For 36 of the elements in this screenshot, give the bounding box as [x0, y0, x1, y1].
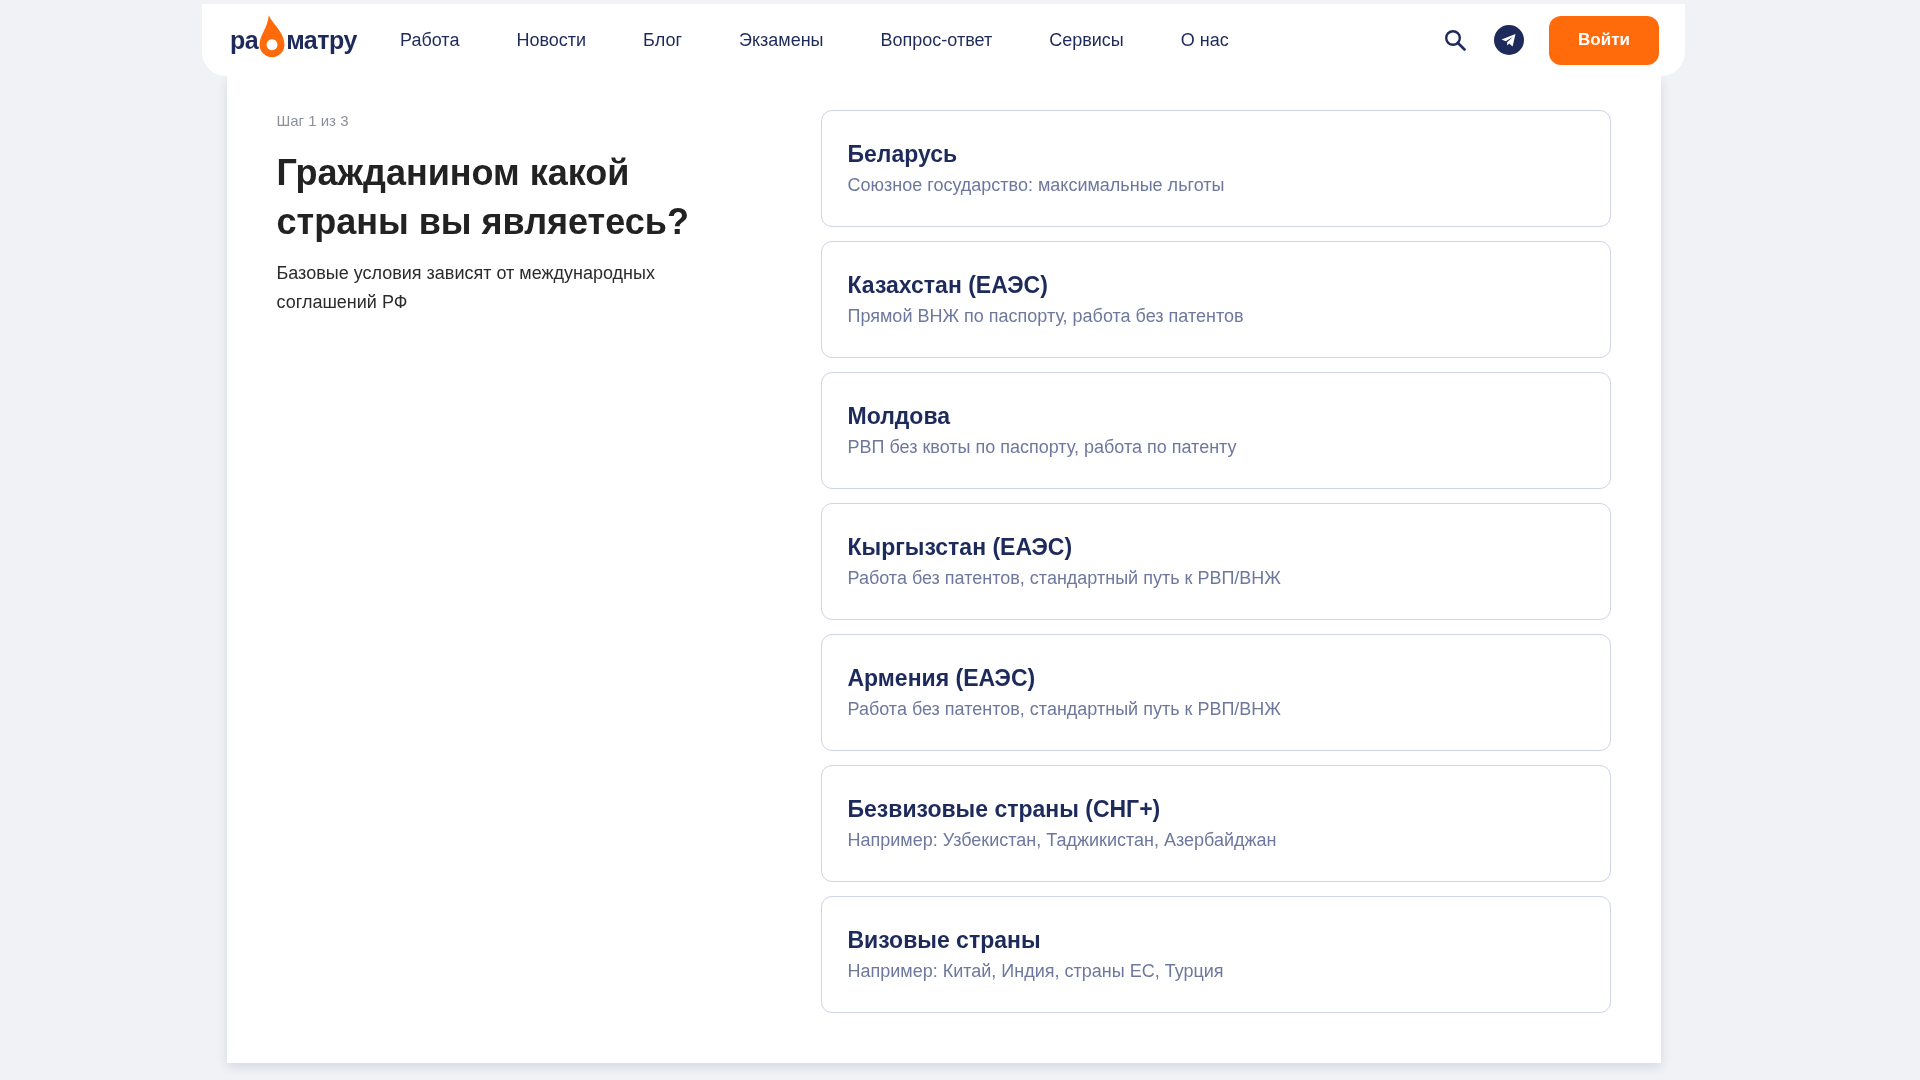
option-description: Работа без патентов, стандартный путь к РВП/ВНЖ: [847, 567, 1281, 590]
nav-link[interactable]: Сервисы: [1049, 28, 1124, 52]
option-title: Визовые страны: [847, 926, 1041, 955]
option-card[interactable]: Молдова РВП без квоты по паспорту, работа по патенту: [820, 372, 1611, 489]
logo-text: матру: [286, 25, 357, 55]
nav-link[interactable]: Работа: [400, 28, 460, 52]
option-description: РВП без квоты по паспорту, работа по патенту: [847, 436, 1237, 459]
option-title: Беларусь: [847, 140, 958, 169]
option-card[interactable]: Визовые страны Например: Китай, Индия, страны ЕС, Турция: [820, 896, 1611, 1013]
nav-link[interactable]: О нас: [1180, 28, 1229, 52]
option-title: Молдова: [847, 402, 951, 431]
nav-link[interactable]: Экзамены: [739, 28, 824, 52]
question-description: Базовые условия зависят от международных соглашений РФ: [276, 262, 656, 314]
nav-link[interactable]: Вопрос-ответ: [880, 28, 993, 52]
option-title: Казахстан (ЕАЭС): [847, 271, 1048, 300]
logo-text: ра: [230, 25, 259, 55]
option-title: Армения (ЕАЭС): [847, 664, 1036, 693]
option-title: Кыргызстан (ЕАЭС): [847, 533, 1073, 562]
nav-link[interactable]: Новости: [516, 28, 587, 52]
step-indicator: Шаг 1 из 3: [276, 111, 350, 131]
drop-icon: [258, 14, 287, 60]
option-card[interactable]: Казахстан (ЕАЭС) Прямой ВНЖ по паспорту, работа без патентов: [820, 241, 1611, 358]
option-description: Например: Узбекистан, Таджикистан, Азербайджан: [847, 829, 1277, 852]
option-card[interactable]: Безвизовые страны (СНГ+) Например: Узбекистан, Таджикистан, Азербайджан: [820, 765, 1611, 882]
search-icon[interactable]: [1444, 29, 1466, 51]
option-title: Безвизовые страны (СНГ+): [847, 795, 1161, 824]
nav-link[interactable]: Блог: [643, 28, 682, 52]
option-description: Работа без патентов, стандартный путь к РВП/ВНЖ: [847, 698, 1281, 721]
paper-plane-icon[interactable]: [1494, 25, 1524, 55]
option-card[interactable]: Беларусь Союзное государство: максимальные льготы: [820, 110, 1611, 227]
question-heading: Гражданином какой страны вы являетесь?: [276, 151, 690, 244]
option-card[interactable]: Кыргызстан (ЕАЭС) Работа без патентов, стандартный путь к РВП/ВНЖ: [820, 503, 1611, 620]
option-description: Союзное государство: максимальные льготы: [847, 174, 1225, 197]
option-description: Прямой ВНЖ по паспорту, работа без патентов: [847, 305, 1244, 328]
option-description: Например: Китай, Индия, страны ЕС, Турция: [847, 960, 1224, 983]
option-card[interactable]: Армения (ЕАЭС) Работа без патентов, стандартный путь к РВП/ВНЖ: [820, 634, 1611, 751]
